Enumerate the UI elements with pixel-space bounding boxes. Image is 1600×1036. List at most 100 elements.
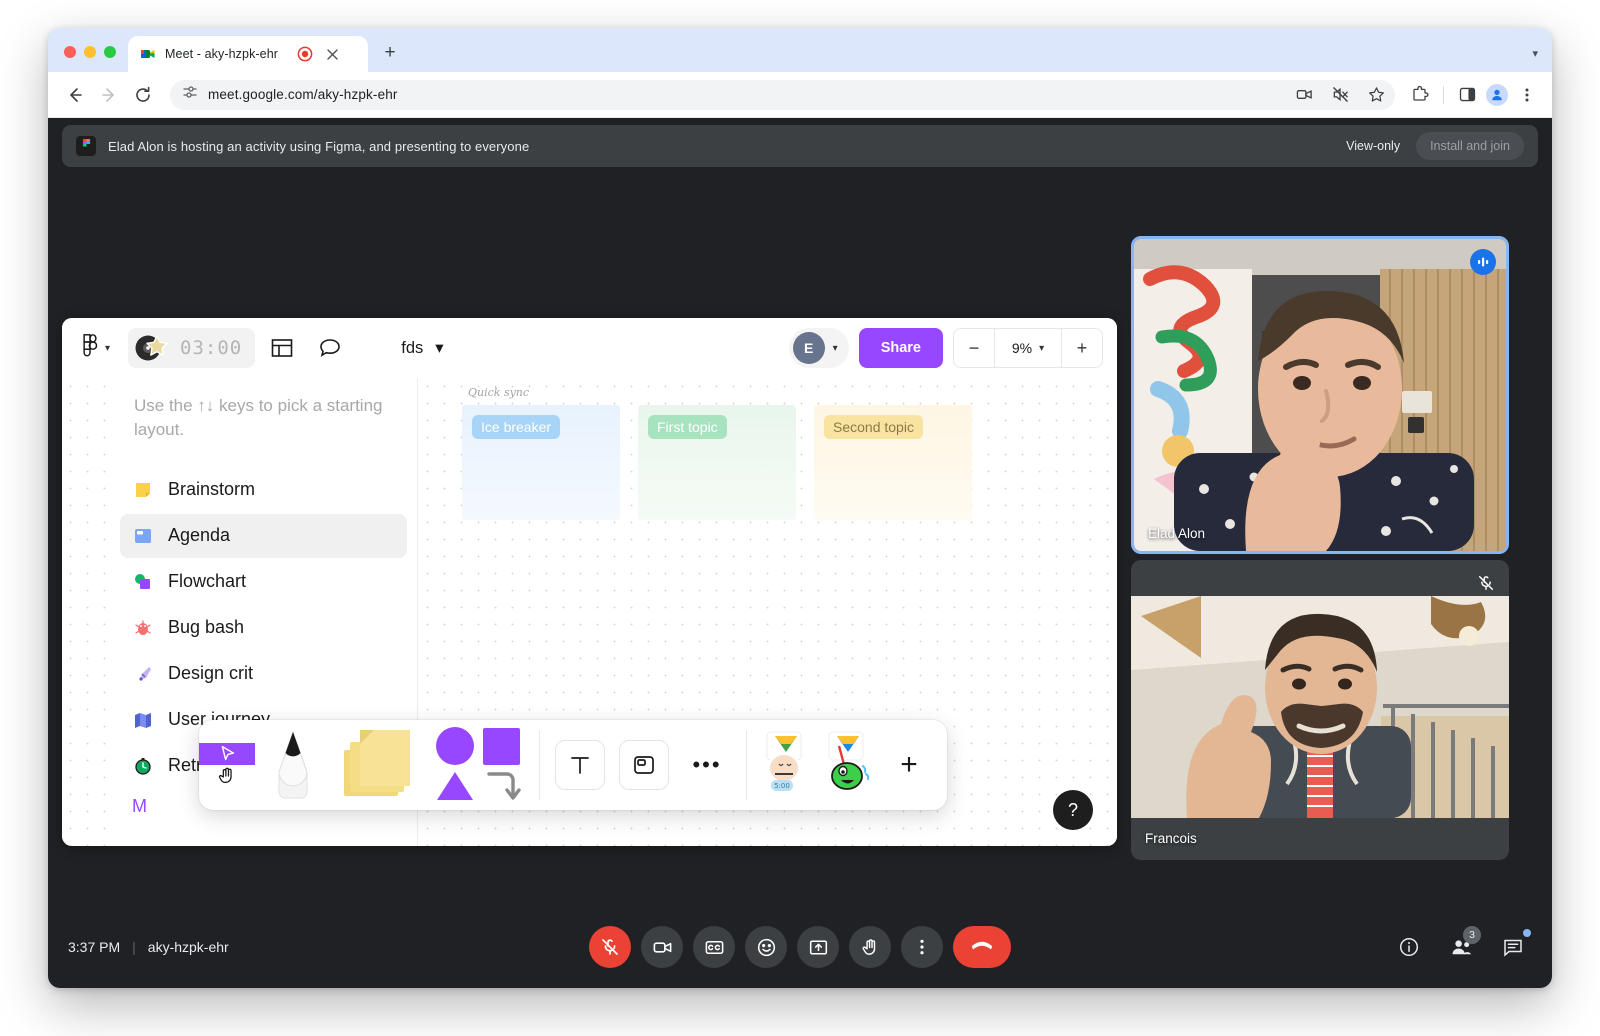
zoom-level-value: 9%: [1011, 340, 1033, 356]
raise-hand-button[interactable]: [849, 926, 891, 968]
cursor-arrow-icon[interactable]: [199, 743, 255, 765]
shapes-tool[interactable]: [427, 720, 531, 810]
forward-arrow-icon[interactable]: [94, 80, 124, 110]
sticker-monster-button[interactable]: [817, 720, 879, 810]
tile-participant-name: Elad Alon: [1148, 526, 1206, 541]
zoom-in-button[interactable]: +: [1062, 329, 1102, 367]
figma-file-name[interactable]: fds ▾: [401, 338, 443, 358]
back-arrow-icon[interactable]: [60, 80, 90, 110]
screen: Meet - aky-hzpk-ehr + ▾ meet.google.com/…: [0, 0, 1600, 1036]
column-chip-label: Ice breaker: [472, 415, 561, 439]
figma-menu-button[interactable]: ▾: [76, 333, 116, 363]
audio-level-icon: [1470, 249, 1496, 275]
bookmark-star-icon[interactable]: [1363, 82, 1389, 108]
chevron-down-icon: ▾: [435, 339, 444, 357]
meet-right-controls: 3: [1390, 926, 1532, 966]
frame-tool-icon: [619, 740, 669, 790]
column-chip-label: Second topic: [824, 415, 923, 439]
figma-timer[interactable]: 03:00: [128, 328, 256, 368]
window-traffic-lights[interactable]: [48, 46, 128, 72]
sidebar-item-design-crit[interactable]: Design crit: [120, 652, 407, 696]
chat-unread-indicator: [1523, 929, 1531, 937]
cursor-tool-group[interactable]: [199, 743, 255, 787]
sidebar-item-label: Flowchart: [168, 571, 247, 592]
mic-off-button[interactable]: [589, 926, 631, 968]
board-column[interactable]: First topic: [638, 405, 796, 520]
help-button[interactable]: ?: [1053, 790, 1093, 830]
zoom-out-button[interactable]: −: [954, 329, 994, 367]
reactions-button[interactable]: [745, 926, 787, 968]
camera-button[interactable]: [641, 926, 683, 968]
profile-avatar-icon[interactable]: [1484, 82, 1510, 108]
map-icon: [132, 709, 154, 731]
svg-text:5:00: 5:00: [774, 782, 790, 790]
mute-tab-icon[interactable]: [1327, 82, 1353, 108]
file-name-label: fds: [401, 338, 424, 357]
record-indicator-icon[interactable]: [297, 46, 313, 62]
hand-pan-icon[interactable]: [199, 765, 255, 787]
sidebar-hint: Use the ↑↓ keys to pick a starting layou…: [134, 396, 383, 439]
share-button[interactable]: Share: [858, 328, 943, 368]
sticky-notes-tool[interactable]: [331, 720, 427, 810]
present-button[interactable]: [797, 926, 839, 968]
shapes-icon: [433, 724, 525, 807]
video-stream: [1131, 596, 1509, 818]
sticker-face-icon: 5:00: [757, 730, 815, 801]
tab-strip: Meet - aky-hzpk-ehr + ▾: [48, 28, 1552, 72]
captions-button[interactable]: [693, 926, 735, 968]
info-button[interactable]: [1390, 928, 1428, 966]
close-window-button[interactable]: [64, 46, 76, 58]
reload-icon[interactable]: [128, 80, 158, 110]
board-title: Quick sync: [468, 386, 530, 399]
people-button[interactable]: 3: [1442, 926, 1481, 966]
chat-button[interactable]: [1494, 928, 1532, 966]
tab-search-chevron-icon[interactable]: ▾: [1532, 47, 1538, 60]
add-sticker-button[interactable]: +: [879, 720, 939, 810]
marker-pen-tool[interactable]: [255, 720, 331, 810]
maximize-window-button[interactable]: [104, 46, 116, 58]
board-column[interactable]: Second topic: [814, 405, 972, 520]
minimize-window-button[interactable]: [84, 46, 96, 58]
sidebar-item-bug-bash[interactable]: Bug bash: [120, 606, 407, 650]
side-panel-icon[interactable]: [1454, 82, 1480, 108]
zoom-level[interactable]: 9% ▾: [994, 329, 1062, 367]
figma-logo-icon: [82, 333, 98, 363]
end-call-button[interactable]: [953, 926, 1011, 968]
video-tile-francois[interactable]: Francois: [1131, 560, 1509, 860]
plus-icon: +: [900, 748, 918, 781]
tile-participant-name: Francois: [1145, 831, 1197, 846]
video-tile-elad-alon[interactable]: Elad Alon: [1131, 236, 1509, 554]
figma-collaborators[interactable]: E ▾: [788, 328, 849, 368]
comment-bubble-icon[interactable]: [309, 327, 351, 369]
site-settings-icon[interactable]: [182, 84, 198, 105]
board-columns: Ice breaker First topic Second topic: [462, 405, 972, 520]
browser-tab[interactable]: Meet - aky-hzpk-ehr: [128, 36, 368, 72]
chevron-down-icon: ▾: [1039, 342, 1045, 354]
install-and-join-button[interactable]: Install and join: [1416, 132, 1524, 160]
meeting-info: 3:37 PM | aky-hzpk-ehr: [68, 939, 229, 955]
more-tools-button[interactable]: •••: [676, 720, 738, 810]
browser-toolbar: meet.google.com/aky-hzpk-ehr: [48, 72, 1552, 118]
new-tab-button[interactable]: +: [376, 39, 404, 67]
text-tool[interactable]: [548, 720, 612, 810]
layout-panel-icon[interactable]: [261, 327, 303, 369]
figma-canvas[interactable]: Use the ↑↓ keys to pick a starting layou…: [62, 378, 1117, 846]
toolbar-divider: [1443, 85, 1444, 104]
sidebar-item-label: Agenda: [168, 525, 231, 546]
board-column[interactable]: Ice breaker: [462, 405, 620, 520]
view-only-label: View-only: [1346, 139, 1401, 153]
avatar: E: [792, 332, 825, 364]
camera-icon[interactable]: [1291, 82, 1317, 108]
browser-menu-icon[interactable]: [1514, 82, 1540, 108]
address-bar[interactable]: meet.google.com/aky-hzpk-ehr: [170, 79, 1395, 110]
frame-tool[interactable]: [612, 720, 676, 810]
sidebar-item-brainstorm[interactable]: Brainstorm: [120, 468, 407, 512]
extensions-puzzle-icon[interactable]: [1407, 82, 1433, 108]
mic-off-icon: [1473, 570, 1499, 596]
more-options-button[interactable]: [901, 926, 943, 968]
close-icon[interactable]: [322, 44, 342, 64]
sidebar-item-agenda[interactable]: Agenda: [120, 513, 407, 558]
sidebar-item-flowchart[interactable]: Flowchart: [120, 560, 407, 604]
sticker-face-button[interactable]: 5:00: [755, 720, 817, 810]
palette-stickers: 5:00 +: [747, 720, 947, 810]
